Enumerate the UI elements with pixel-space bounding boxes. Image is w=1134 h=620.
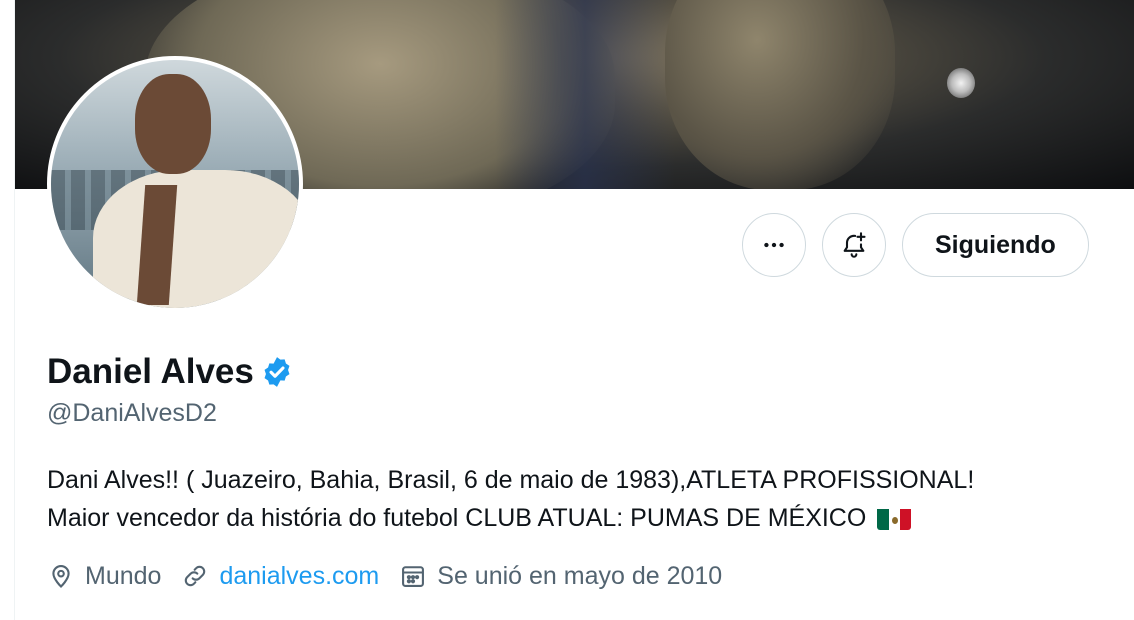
verified-badge-icon xyxy=(264,357,290,387)
location-pin-icon xyxy=(52,565,70,588)
bio-line-with-flag: Maior vencedor da história do futebol CL… xyxy=(47,499,1107,537)
profile-actions: Siguiendo xyxy=(742,212,1089,278)
profile-handle: @DaniAlvesD2 xyxy=(47,399,217,427)
profile-bio: Dani Alves!! ( Juazeiro, Bahia, Brasil, … xyxy=(47,461,1107,537)
website-link[interactable]: danialves.com xyxy=(219,558,379,594)
banner-earring xyxy=(947,68,975,98)
location-item: Mundo xyxy=(47,558,161,594)
avatar-head xyxy=(135,74,211,174)
bio-line: Dani Alves!! ( Juazeiro, Bahia, Brasil, … xyxy=(47,466,975,494)
mexico-flag-icon xyxy=(877,506,912,530)
profile-meta: Mundo danialves.com Se unió en mayo de 2… xyxy=(47,558,722,594)
notifications-button[interactable] xyxy=(822,213,886,277)
link-icon xyxy=(185,565,206,587)
profile-avatar[interactable] xyxy=(47,56,303,312)
bio-line: Maior vencedor da história do futebol CL… xyxy=(47,504,867,532)
notification-bell-plus-icon xyxy=(843,232,866,258)
location-text: Mundo xyxy=(85,562,162,590)
banner-shadow xyxy=(495,0,675,189)
profile-name-row: Daniel Alves xyxy=(47,351,294,393)
display-name: Daniel Alves xyxy=(47,352,254,391)
joined-date-text: Se unió en mayo de 2010 xyxy=(437,562,723,590)
avatar-suit xyxy=(93,170,299,308)
joined-item: Se unió en mayo de 2010 xyxy=(399,558,722,594)
more-horizontal-icon xyxy=(764,242,784,248)
following-button[interactable]: Siguiendo xyxy=(902,213,1089,277)
website-item: danialves.com xyxy=(181,558,379,594)
banner-face-right xyxy=(665,0,895,189)
more-options-button[interactable] xyxy=(742,213,806,277)
calendar-icon xyxy=(402,566,425,587)
